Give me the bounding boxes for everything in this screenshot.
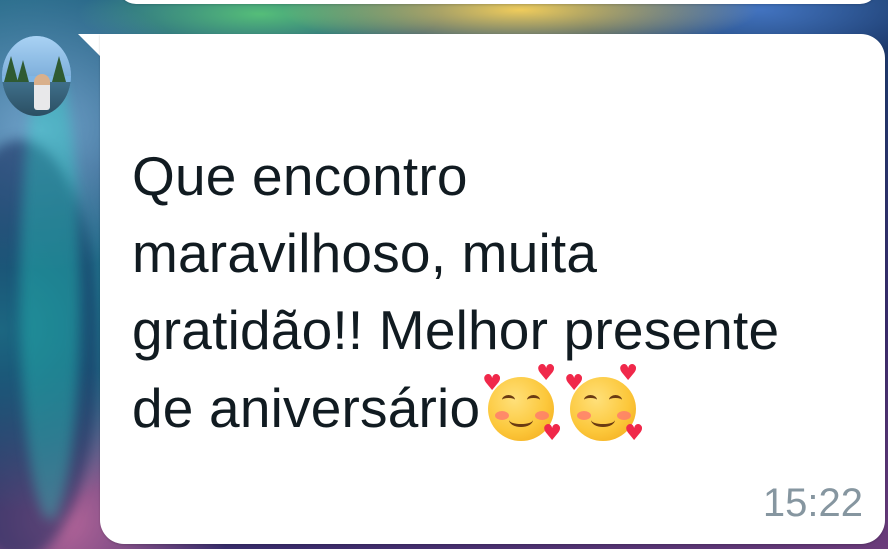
sender-avatar[interactable] bbox=[2, 36, 71, 116]
message-line: maravilhoso, muita bbox=[132, 222, 598, 284]
message-line: Que encontro bbox=[132, 145, 468, 207]
message-line: de aniversário bbox=[132, 377, 481, 439]
message-line: gratidão!! Melhor presente bbox=[132, 299, 780, 361]
incoming-message-bubble[interactable]: Que encontro maravilhoso, muita gratidão… bbox=[100, 34, 885, 544]
smiling-face-with-hearts-icon: ♥ ♥ ♥ bbox=[482, 361, 563, 446]
avatar-person bbox=[34, 74, 50, 110]
previous-message-bubble bbox=[118, 0, 878, 4]
message-timestamp: 15:22 bbox=[762, 481, 863, 525]
smiling-face-with-hearts-icon: ♥ ♥ ♥ bbox=[564, 361, 645, 446]
bubble-tail bbox=[78, 34, 102, 58]
message-line-with-emoji: de aniversário ♥ ♥ ♥ ♥ ♥ ♥ bbox=[132, 361, 867, 447]
message-text: Que encontro maravilhoso, muita gratidão… bbox=[132, 138, 867, 447]
